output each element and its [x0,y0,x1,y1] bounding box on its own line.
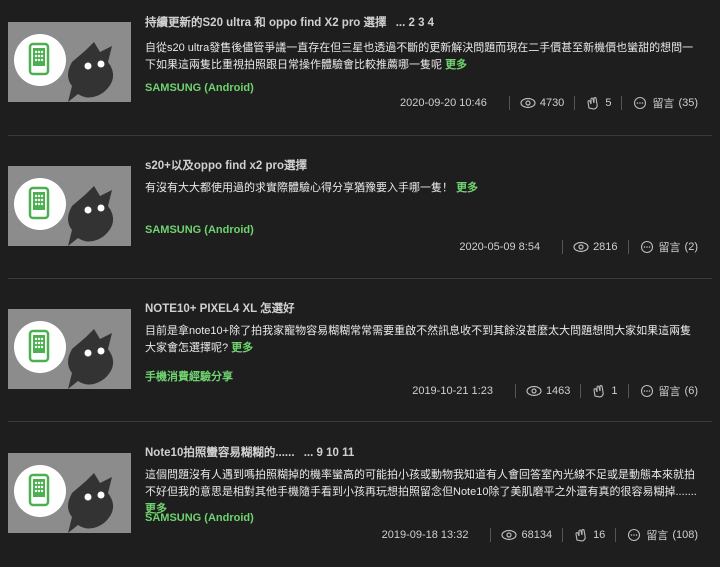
divider [562,240,564,254]
thread-category[interactable]: 手機消費經驗分享 [145,368,233,384]
thread-thumbnail[interactable] [8,22,131,102]
replies-count: (35) [678,97,698,109]
more-link[interactable]: 更多 [445,59,467,71]
thread-body: Note10拍照蠻容易糊糊的...... ... 9 10 11 這個問題沒有人… [145,445,712,524]
thread-item: 持續更新的S20 ultra 和 oppo find X2 pro 選擇 ...… [8,0,712,136]
replies-stat[interactable]: 留言 (6) [639,383,698,399]
views-count: 4730 [539,97,565,109]
excerpt-text: 這個問題沒有人遇到嗎拍照糊掉的機率蠻高的可能拍小孩或動物我知道有人會回答室內光線… [145,469,697,498]
comment-bubble-icon [640,240,653,254]
divider [574,96,576,110]
views-stat: 1463 [526,384,570,398]
eye-icon [520,97,536,109]
replies-count: (6) [684,385,698,397]
phone-mascot-icon [8,166,131,246]
thread-body: NOTE10+ PIXEL4 XL 怎選好 目前是拿note10+除了拍我家寵物… [145,301,712,383]
clap-icon [587,96,599,110]
replies-label: 留言 [658,242,681,254]
thread-meta: 2019-09-18 13:32 68134 16 留言 (108) [382,525,698,545]
thread-title[interactable]: Note10拍照蠻容易糊糊的...... [145,447,295,459]
likes-count: 1 [611,385,618,397]
views-count: 2816 [593,241,618,253]
likes-count: 5 [605,97,612,109]
replies-label: 留言 [646,530,669,542]
divider [627,384,629,398]
thread-category[interactable]: SAMSUNG (Android) [145,512,254,524]
thread-excerpt: 目前是拿note10+除了拍我家寵物容易糊糊常常需要重啟不然訊息收不到其餘沒甚麼… [145,323,701,357]
excerpt-text: 自從s20 ultra發售後儘管爭議一直存在但三星也透過不斷的更新解決問題而現在… [145,42,694,71]
thread-title-row: NOTE10+ PIXEL4 XL 怎選好 [145,301,712,317]
thread-item: s20+以及oppo find x2 pro選擇 有沒有大大都使用過的求實際體驗… [8,136,712,279]
thread-date: 2020-09-20 10:46 [399,97,487,109]
views-stat: 4730 [520,96,564,110]
comment-bubble-icon [628,528,641,542]
divider [562,528,564,542]
thread-body: s20+以及oppo find x2 pro選擇 有沒有大大都使用過的求實際體驗… [145,158,712,236]
views-stat: 2816 [573,240,618,254]
phone-mascot-icon [8,453,131,533]
likes-stat: 1 [591,384,618,398]
thread-excerpt: 自從s20 ultra發售後儘管爭議一直存在但三星也透過不斷的更新解決問題而現在… [145,40,701,74]
comment-bubble-icon [640,384,653,398]
comment-bubble-icon [634,96,647,110]
thread-meta: 2020-09-20 10:46 4730 5 留言 (35) [400,93,698,113]
divider [514,384,516,398]
replies-label: 留言 [652,98,675,110]
thread-title-row: 持續更新的S20 ultra 和 oppo find X2 pro 選擇 ...… [145,15,712,31]
thread-page-links[interactable]: ... 2 3 4 [396,17,434,29]
divider [627,240,629,254]
likes-stat: 5 [585,96,611,110]
thread-meta: 2019-10-21 1:23 1463 1 留言 (6) [412,381,698,401]
clap-icon [593,384,605,398]
thread-category[interactable]: SAMSUNG (Android) [145,82,254,94]
thread-title[interactable]: s20+以及oppo find x2 pro選擇 [145,160,307,172]
thread-date: 2019-10-21 1:23 [412,385,493,397]
thread-category[interactable]: SAMSUNG (Android) [145,224,254,236]
replies-label: 留言 [658,386,681,398]
more-link[interactable]: 更多 [231,342,253,354]
replies-count: (108) [672,529,698,541]
thread-item: NOTE10+ PIXEL4 XL 怎選好 目前是拿note10+除了拍我家寵物… [8,279,712,422]
phone-mascot-icon [8,309,131,389]
excerpt-text: 有沒有大大都使用過的求實際體驗心得分享猶豫要入手哪一隻！ [145,182,453,194]
thread-excerpt: 有沒有大大都使用過的求實際體驗心得分享猶豫要入手哪一隻！ 更多 [145,180,701,197]
views-stat: 68134 [501,528,552,542]
views-count: 68134 [521,529,553,541]
replies-stat[interactable]: 留言 (2) [639,239,698,255]
thread-item: Note10拍照蠻容易糊糊的...... ... 9 10 11 這個問題沒有人… [8,422,712,567]
divider [508,96,510,110]
eye-icon [501,529,518,541]
replies-stat[interactable]: 留言 (35) [632,95,698,111]
likes-count: 16 [593,529,606,541]
divider [621,96,623,110]
thread-body: 持續更新的S20 ultra 和 oppo find X2 pro 選擇 ...… [145,15,712,94]
replies-count: (2) [684,241,698,253]
thread-excerpt: 這個問題沒有人遇到嗎拍照糊掉的機率蠻高的可能拍小孩或動物我知道有人會回答室內光線… [145,467,701,518]
divider [490,528,492,542]
replies-stat[interactable]: 留言 (108) [626,527,698,543]
thread-page-links[interactable]: ... 9 10 11 [304,447,355,459]
views-count: 1463 [545,385,571,397]
more-link[interactable]: 更多 [456,182,478,194]
thread-date: 2020-05-09 8:54 [459,241,541,253]
excerpt-text: 目前是拿note10+除了拍我家寵物容易糊糊常常需要重啟不然訊息收不到其餘沒甚麼… [145,325,692,354]
eye-icon [573,241,589,253]
thread-thumbnail[interactable] [8,166,131,246]
thread-title-row: Note10拍照蠻容易糊糊的...... ... 9 10 11 [145,445,712,461]
thread-thumbnail[interactable] [8,453,131,533]
thread-title[interactable]: 持續更新的S20 ultra 和 oppo find X2 pro 選擇 [145,17,387,29]
thread-thumbnail[interactable] [8,309,131,389]
divider [580,384,582,398]
phone-mascot-icon [8,22,131,102]
thread-meta: 2020-05-09 8:54 2816 留言 (2) [459,237,698,257]
likes-stat: 16 [573,528,605,542]
divider [615,528,617,542]
clap-icon [575,528,586,542]
thread-title-row: s20+以及oppo find x2 pro選擇 [145,158,712,174]
thread-title[interactable]: NOTE10+ PIXEL4 XL 怎選好 [145,303,295,315]
thread-date: 2019-09-18 13:32 [381,529,469,541]
eye-icon [526,385,542,397]
